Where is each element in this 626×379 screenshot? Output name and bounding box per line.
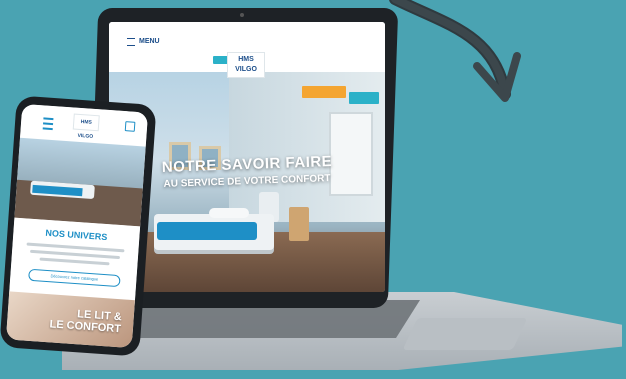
bedside-table [289,207,309,241]
bed-pillow [209,208,249,218]
hamburger-icon[interactable] [42,117,54,131]
site-logo[interactable]: HMS VILGO [227,52,265,78]
cta-teal-button[interactable] [349,92,379,104]
phone-screen: HMS VILGO NOS UNIVERS Découvrez notre ca… [5,103,149,349]
laptop-trackpad [402,318,528,350]
curved-arrow-icon [389,0,521,102]
bed-blanket [157,222,257,240]
hamburger-icon[interactable] [127,38,135,46]
cta-orange-button[interactable] [302,86,346,98]
cart-icon[interactable] [124,121,136,132]
phone-logo[interactable]: HMS VILGO [72,113,100,140]
webcam [240,13,244,17]
menu-button[interactable]: MENU [139,38,160,45]
